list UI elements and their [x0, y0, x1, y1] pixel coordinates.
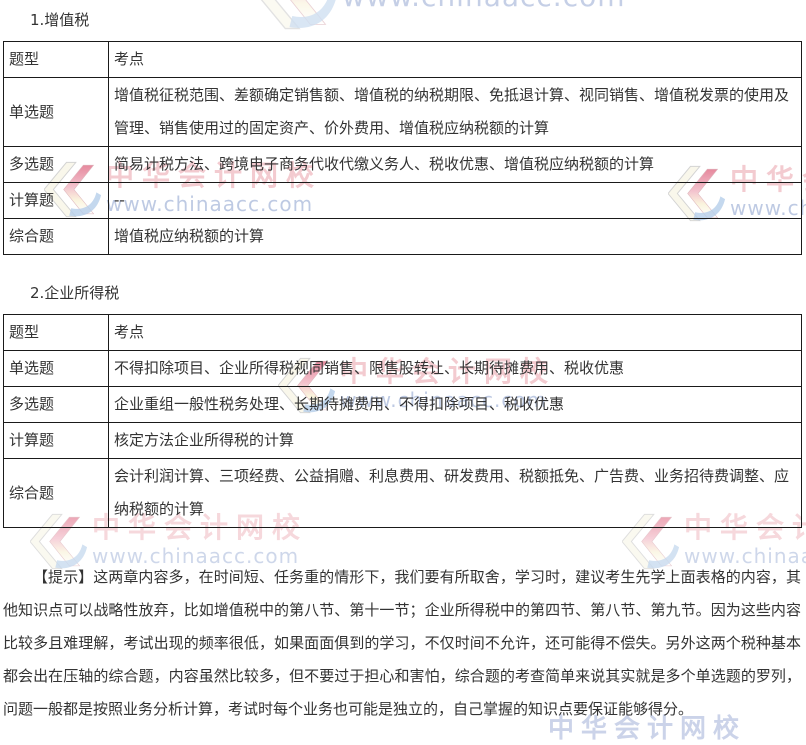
table-row: 综合题 增值税应纳税额的计算	[4, 219, 802, 255]
question-type-cell: 单选题	[4, 78, 109, 147]
test-points-cell: 企业重组一般性税务处理、长期待摊费用、不得扣除项目、税收优惠	[109, 387, 802, 423]
question-type-cell: 综合题	[4, 219, 109, 255]
test-points-cell: 不得扣除项目、企业所得税视同销售、限售股转让、长期待摊费用、税收优惠	[109, 351, 802, 387]
table-row: 单选题 增值税征税范围、差额确定销售额、增值税的纳税期限、免抵退计算、视同销售、…	[4, 78, 802, 147]
test-points-cell: 核定方法企业所得税的计算	[109, 423, 802, 459]
exam-notes-page: { "watermark": { "site_name": "中华会计网校", …	[0, 0, 806, 717]
question-type-cell: 综合题	[4, 459, 109, 528]
question-type-cell: 多选题	[4, 387, 109, 423]
test-points-cell: 增值税应纳税额的计算	[109, 219, 802, 255]
table-row: 多选题 简易计税方法、跨境电子商务代收代缴义务人、税收优惠、增值税应纳税额的计算	[4, 147, 802, 183]
section-heading-corporate-income-tax: 2.企业所得税	[0, 255, 806, 305]
table-header-row: 题型 考点	[4, 42, 802, 78]
section-heading-vat: 1.增值税	[0, 0, 806, 32]
vat-exam-table: 题型 考点 单选题 增值税征税范围、差额确定销售额、增值税的纳税期限、免抵退计算…	[3, 41, 802, 255]
column-header-test-points: 考点	[109, 315, 802, 351]
test-points-cell: 增值税征税范围、差额确定销售额、增值税的纳税期限、免抵退计算、视同销售、增值税发…	[109, 78, 802, 147]
question-type-cell: 计算题	[4, 423, 109, 459]
column-header-test-points: 考点	[109, 42, 802, 78]
column-header-question-type: 题型	[4, 42, 109, 78]
table-row: 计算题 核定方法企业所得税的计算	[4, 423, 802, 459]
table-row: 单选题 不得扣除项目、企业所得税视同销售、限售股转让、长期待摊费用、税收优惠	[4, 351, 802, 387]
table-row: 多选题 企业重组一般性税务处理、长期待摊费用、不得扣除项目、税收优惠	[4, 387, 802, 423]
question-type-cell: 计算题	[4, 183, 109, 219]
table-row: 综合题 会计利润计算、三项经费、公益捐赠、利息费用、研发费用、税额抵免、广告费、…	[4, 459, 802, 528]
tip-paragraph: 【提示】这两章内容多，在时间短、任务重的情形下，我们要有所取舍，学习时，建议考生…	[3, 561, 801, 726]
question-type-cell: 多选题	[4, 147, 109, 183]
corporate-income-tax-exam-table: 题型 考点 单选题 不得扣除项目、企业所得税视同销售、限售股转让、长期待摊费用、…	[3, 314, 802, 528]
test-points-cell: 简易计税方法、跨境电子商务代收代缴义务人、税收优惠、增值税应纳税额的计算	[109, 147, 802, 183]
test-points-cell: --	[109, 183, 802, 219]
document-content: 1.增值税 题型 考点 单选题 增值税征税范围、差额确定销售额、增值税的纳税期限…	[0, 0, 806, 726]
test-points-cell: 会计利润计算、三项经费、公益捐赠、利息费用、研发费用、税额抵免、广告费、业务招待…	[109, 459, 802, 528]
table-header-row: 题型 考点	[4, 315, 802, 351]
table-row: 计算题 --	[4, 183, 802, 219]
column-header-question-type: 题型	[4, 315, 109, 351]
question-type-cell: 单选题	[4, 351, 109, 387]
